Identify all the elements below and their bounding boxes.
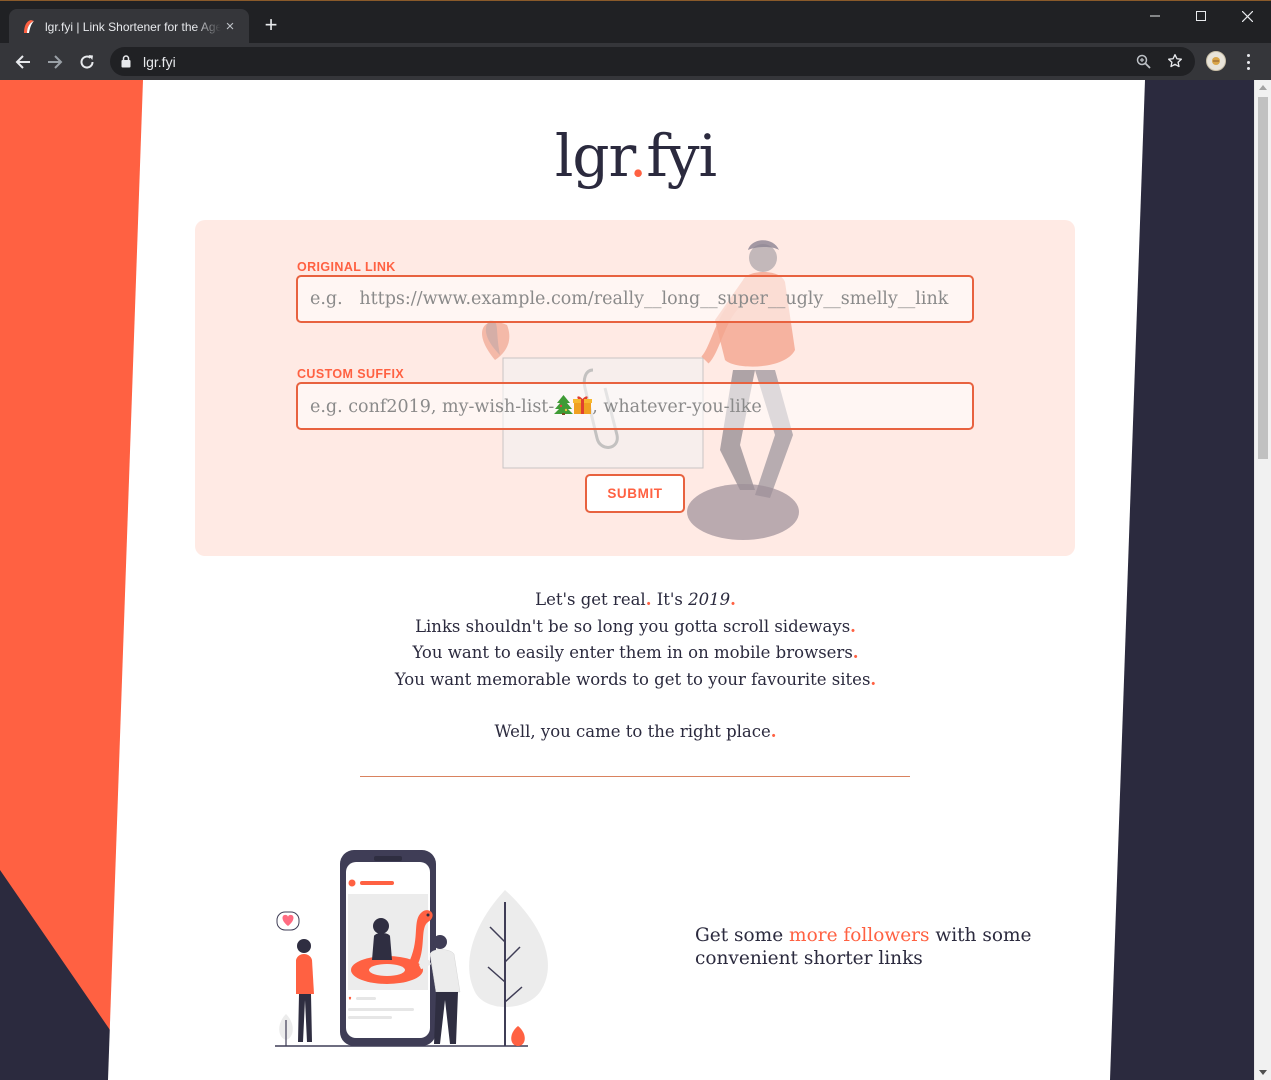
custom-suffix-placeholder-end: , whatever-you-like (592, 397, 762, 417)
browser-titlebar: lgr.fyi | Link Shortener for the Ages × … (0, 0, 1271, 44)
christmas-tree-icon (554, 395, 574, 415)
close-window-button[interactable] (1224, 1, 1270, 31)
tagline-line-5: Well, you came to the right place. (494, 722, 777, 741)
maximize-button[interactable] (1178, 1, 1224, 31)
scroll-down-icon[interactable] (1259, 1070, 1267, 1075)
forward-button[interactable] (43, 50, 67, 74)
browser-tab[interactable]: lgr.fyi | Link Shortener for the Ages × (9, 9, 249, 44)
custom-suffix-label: CUSTOM SUFFIX (297, 367, 405, 381)
scrollbar-thumb[interactable] (1258, 97, 1268, 459)
lgr-favicon-icon (24, 19, 34, 33)
reload-button[interactable] (75, 50, 99, 74)
submit-button[interactable]: SUBMIT (585, 474, 685, 513)
lock-icon (121, 55, 131, 68)
maximize-icon (1196, 11, 1206, 21)
minimize-icon (1150, 15, 1160, 17)
zoom-icon[interactable] (1136, 54, 1151, 69)
address-bar[interactable]: lgr.fyi (110, 47, 1195, 76)
followers-text: Get some more followers with some conven… (695, 925, 1032, 969)
vertical-scrollbar[interactable] (1254, 80, 1271, 1080)
profile-icon (1212, 57, 1220, 65)
new-tab-button[interactable]: + (259, 14, 283, 36)
tagline-line-2: Links shouldn't be so long you gotta scr… (415, 616, 856, 636)
browser-toolbar: lgr.fyi (0, 43, 1271, 80)
tagline-line-4: You want memorable words to get to your … (394, 669, 877, 689)
minimize-button[interactable] (1132, 1, 1178, 31)
browser-menu-button[interactable] (1240, 52, 1256, 72)
tagline-line-1: Let's get real. It's 2019. (535, 590, 736, 609)
more-followers-highlight: more followers (789, 925, 930, 946)
reload-icon (80, 55, 94, 69)
original-link-input[interactable] (310, 277, 972, 321)
tab-close-icon[interactable]: × (221, 18, 239, 35)
custom-suffix-placeholder-start: e.g. conf2019, my-wish-list- (310, 397, 555, 417)
page-content: lgr.fyi ORIGINAL LINK CUSTO (0, 80, 1254, 1080)
tagline-line-3: You want to easily enter them in on mobi… (412, 643, 859, 662)
section-divider (360, 776, 910, 777)
custom-suffix-field[interactable]: e.g. conf2019, my-wish-list- , whatever-y… (296, 382, 974, 430)
arrow-left-icon (15, 55, 30, 69)
social-phone-illustration (275, 850, 548, 1047)
gift-icon (573, 396, 593, 414)
site-logo[interactable]: lgr.fyi (0, 122, 1254, 190)
original-link-label: ORIGINAL LINK (297, 260, 396, 274)
logo-text-right: fyi (646, 122, 717, 190)
tab-title: lgr.fyi | Link Shortener for the Ages (45, 19, 221, 34)
arrow-right-icon (48, 55, 63, 69)
close-icon (1241, 10, 1253, 22)
custom-suffix-input[interactable]: e.g. conf2019, my-wish-list- , whatever-y… (310, 395, 762, 417)
logo-dot: . (628, 122, 647, 190)
tagline-block: Let's get real. It's 2019. Links shouldn… (0, 587, 1254, 746)
back-button[interactable] (11, 50, 35, 74)
scroll-up-icon[interactable] (1259, 85, 1267, 90)
logo-text-left: lgr (554, 122, 630, 190)
url-text: lgr.fyi (143, 54, 176, 70)
bookmark-star-icon[interactable] (1167, 53, 1183, 69)
profile-avatar[interactable] (1206, 51, 1226, 71)
original-link-field[interactable] (296, 275, 974, 323)
